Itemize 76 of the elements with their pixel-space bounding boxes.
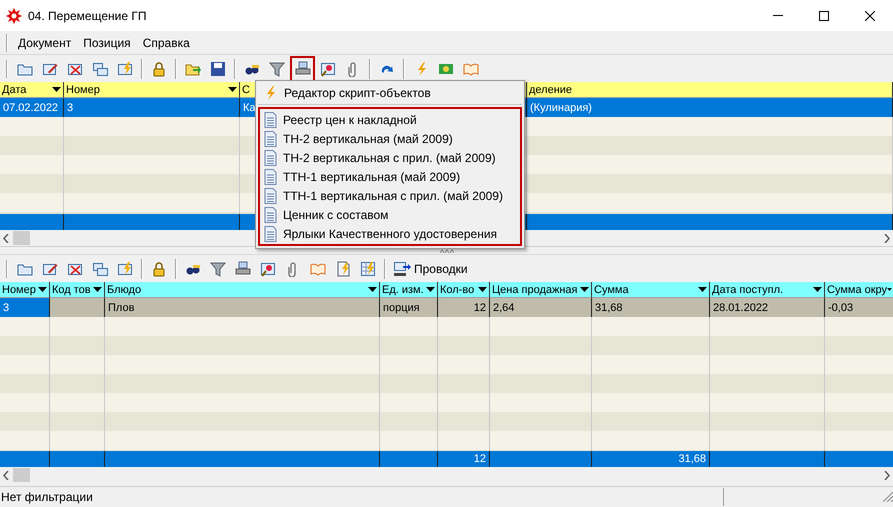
app-logo-icon bbox=[6, 8, 22, 24]
folders-icon[interactable] bbox=[92, 260, 108, 276]
document-icon bbox=[264, 206, 277, 222]
table-cell: 3 bbox=[64, 98, 240, 117]
menu-item[interactable]: Справка bbox=[136, 34, 196, 52]
sort-arrow-icon[interactable] bbox=[52, 87, 61, 92]
close-icon[interactable] bbox=[865, 10, 875, 20]
column-header[interactable]: Кол-во bbox=[438, 282, 490, 298]
table-cell: 3 bbox=[0, 298, 50, 317]
column-header[interactable]: Сумма bbox=[592, 282, 710, 298]
magnifier-icon[interactable] bbox=[320, 60, 336, 76]
menu-item[interactable]: ТТН-1 вертикальная с прил. (май 2009) bbox=[260, 186, 520, 205]
book-icon[interactable] bbox=[463, 60, 479, 76]
sort-arrow-icon[interactable] bbox=[93, 287, 102, 292]
sort-arrow-icon[interactable] bbox=[580, 287, 589, 292]
scroll-left-icon[interactable] bbox=[3, 470, 9, 480]
binary-document-icon bbox=[393, 260, 411, 276]
magnifier-icon[interactable] bbox=[260, 260, 276, 276]
splitter-grip-icon[interactable] bbox=[440, 248, 454, 252]
scroll-right-icon[interactable] bbox=[884, 234, 890, 242]
maximize-icon[interactable] bbox=[819, 10, 829, 20]
column-header[interactable]: Номер bbox=[64, 82, 240, 98]
column-header[interactable]: Ед. изм. bbox=[380, 282, 438, 298]
window-title: 04. Перемещение ГП bbox=[28, 8, 148, 22]
document-icon bbox=[264, 112, 277, 128]
padlock-icon[interactable] bbox=[151, 260, 167, 276]
filter-icon[interactable] bbox=[269, 60, 285, 76]
document-icon bbox=[264, 168, 277, 184]
menu-item[interactable]: Ярлыки Качественного удостоверения bbox=[260, 224, 520, 243]
sort-arrow-icon[interactable] bbox=[426, 287, 435, 292]
column-header[interactable]: Дата bbox=[0, 82, 64, 98]
menu-item[interactable]: Редактор скрипт-объектов bbox=[258, 83, 522, 102]
status-text: Нет фильтрации bbox=[0, 490, 94, 504]
column-header[interactable]: Цена продажная bbox=[490, 282, 592, 298]
printer-icon[interactable] bbox=[235, 260, 251, 276]
column-header[interactable]: Сумма окру bbox=[825, 282, 893, 298]
column-header[interactable]: Блюдо bbox=[105, 282, 380, 298]
menu-item[interactable]: Позиция bbox=[77, 34, 137, 52]
menu-item[interactable]: ТН-2 вертикальная (май 2009) bbox=[260, 129, 520, 148]
folders-icon[interactable] bbox=[92, 60, 108, 76]
document-icon bbox=[264, 150, 277, 166]
lightning-grid-icon[interactable] bbox=[360, 260, 376, 276]
lightning-document-icon[interactable] bbox=[117, 60, 133, 76]
resize-grip-icon[interactable] bbox=[883, 492, 893, 502]
sort-arrow-icon[interactable] bbox=[478, 287, 487, 292]
sort-arrow-icon[interactable] bbox=[698, 287, 707, 292]
scroll-left-icon[interactable] bbox=[3, 234, 9, 242]
sort-arrow-icon[interactable] bbox=[813, 287, 822, 292]
document-icon bbox=[264, 226, 277, 242]
document-icon bbox=[264, 188, 277, 204]
lightning-page-icon[interactable] bbox=[335, 260, 351, 276]
lightning-document-icon[interactable] bbox=[117, 260, 133, 276]
document-icon bbox=[264, 130, 277, 146]
postings-button[interactable]: Проводки bbox=[390, 258, 471, 280]
menu-item[interactable]: Ценник с составом bbox=[260, 205, 520, 224]
horizontal-scrollbar[interactable] bbox=[0, 467, 893, 483]
menu-item[interactable]: Документ bbox=[12, 34, 78, 52]
sort-arrow-icon[interactable] bbox=[228, 87, 237, 92]
printer-icon[interactable] bbox=[294, 60, 310, 76]
sort-arrow-icon[interactable] bbox=[368, 287, 377, 292]
column-header[interactable]: Дата поступл. bbox=[710, 282, 825, 298]
column-header[interactable]: деление bbox=[527, 82, 893, 98]
book-icon[interactable] bbox=[310, 260, 326, 276]
column-header[interactable]: Код тов bbox=[50, 282, 105, 298]
menu-item[interactable]: ТТН-1 вертикальная (май 2009) bbox=[260, 167, 520, 186]
table-row[interactable]: 3 Плов порция 12 2,64 31,68 28.01.2022 -0,03 bbox=[0, 298, 893, 317]
sort-arrow-icon[interactable] bbox=[887, 287, 892, 292]
table-cell: 07.02.2022 bbox=[0, 98, 64, 117]
sort-arrow-icon[interactable] bbox=[38, 287, 47, 292]
column-header[interactable]: Номер bbox=[0, 282, 50, 298]
scroll-thumb[interactable] bbox=[13, 231, 30, 245]
menu-item[interactable]: ТН-2 вертикальная с прил. (май 2009) bbox=[260, 148, 520, 167]
scroll-right-icon[interactable] bbox=[884, 470, 890, 480]
padlock-icon[interactable] bbox=[151, 60, 167, 76]
scroll-thumb[interactable] bbox=[13, 468, 30, 482]
filter-icon[interactable] bbox=[210, 260, 226, 276]
